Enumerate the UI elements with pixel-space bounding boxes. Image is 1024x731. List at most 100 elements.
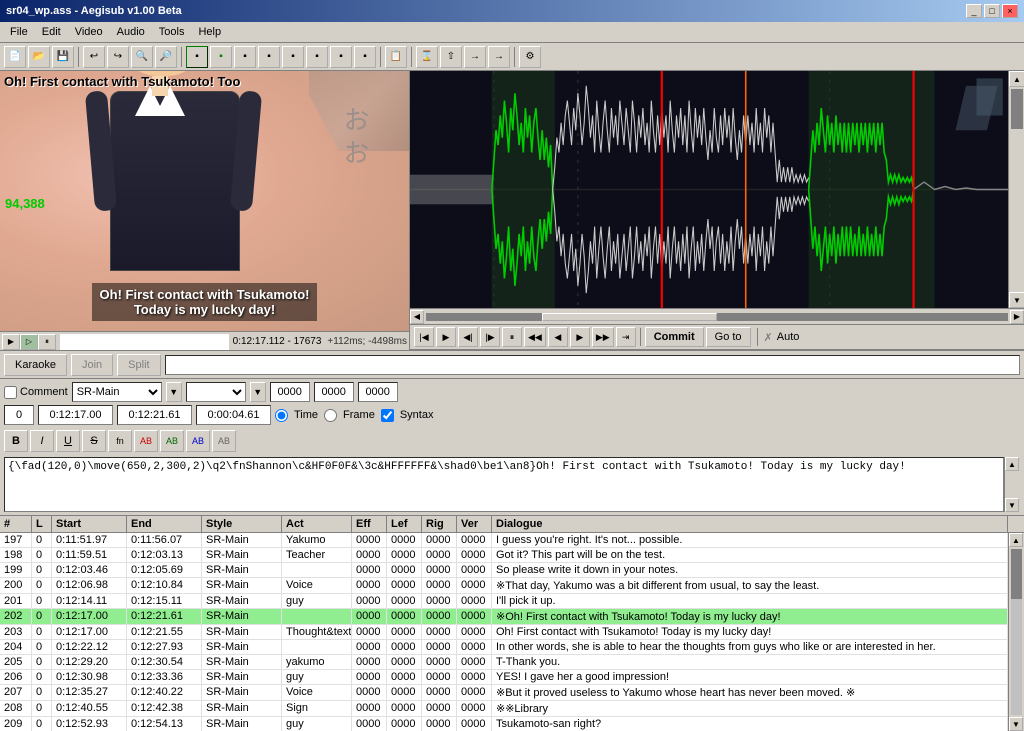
table-row[interactable]: 20800:12:40.550:12:42.38SR-MainSign00000… (0, 701, 1008, 717)
toolbar-zoomin[interactable]: 🔎 (155, 46, 177, 68)
toolbar-b4[interactable]: ▪ (258, 46, 280, 68)
list-scroll-down[interactable]: ▼ (1009, 717, 1023, 731)
style-dropdown-btn[interactable]: ▼ (166, 382, 182, 402)
video-loop-button[interactable]: ▷ (20, 334, 38, 350)
hscroll-thumb[interactable] (542, 313, 717, 321)
video-seek-bar[interactable] (60, 334, 229, 350)
toolbar-redo[interactable]: ↪ (107, 46, 129, 68)
video-play-button[interactable]: ▶ (2, 334, 20, 350)
transport-step-fwd[interactable]: |▶ (480, 327, 500, 347)
actor-select[interactable] (186, 382, 246, 402)
bold-button[interactable]: B (4, 430, 28, 452)
hscroll-right-btn[interactable]: ▶ (1010, 310, 1024, 324)
table-row[interactable]: 20100:12:14.110:12:15.11SR-Mainguy000000… (0, 594, 1008, 609)
transport-next-frame[interactable]: ▶ (570, 327, 590, 347)
list-scrollbar[interactable]: ▲ ▼ (1008, 533, 1024, 731)
maximize-button[interactable]: □ (984, 4, 1000, 18)
underline-button[interactable]: U (56, 430, 80, 452)
layer-field[interactable] (4, 405, 34, 425)
toolbar-undo[interactable]: ↩ (83, 46, 105, 68)
end-time-field[interactable] (117, 405, 192, 425)
text-area-scrollbar[interactable]: ▲ ▼ (1004, 457, 1020, 512)
table-row[interactable]: 19800:11:59.510:12:03.13SR-MainTeacher00… (0, 548, 1008, 563)
toolbar-b6[interactable]: ▪ (306, 46, 328, 68)
transport-to-start[interactable]: |◀ (414, 327, 434, 347)
num-field-1[interactable] (270, 382, 310, 402)
font-button[interactable]: fn (108, 430, 132, 452)
transport-prev-frame[interactable]: ◀ (548, 327, 568, 347)
list-scroll-track[interactable] (1011, 549, 1022, 715)
num-field-3[interactable] (358, 382, 398, 402)
strikethrough-button[interactable]: S (82, 430, 106, 452)
transport-step-back[interactable]: ◀| (458, 327, 478, 347)
table-row[interactable]: 20500:12:29.200:12:30.54SR-Mainyakumo000… (0, 655, 1008, 670)
frame-radio[interactable] (324, 409, 337, 422)
toolbar-shift[interactable]: ⇧ (440, 46, 462, 68)
close-button[interactable]: × (1002, 4, 1018, 18)
transport-next-sub[interactable]: ▶▶ (592, 327, 614, 347)
hscroll-left-btn[interactable]: ◀ (410, 310, 424, 324)
actor-dropdown-btn[interactable]: ▼ (250, 382, 266, 402)
syntax-checkbox[interactable] (381, 409, 394, 422)
toolbar-f2[interactable]: → (488, 46, 510, 68)
waveform-scroll-up[interactable]: ▲ (1009, 71, 1024, 87)
karaoke-button[interactable]: Karaoke (4, 354, 67, 376)
toolbar-b2[interactable]: ▪ (210, 46, 232, 68)
toolbar-save[interactable]: 💾 (52, 46, 74, 68)
text-scroll-track[interactable] (1005, 471, 1020, 498)
table-row[interactable]: 20200:12:17.000:12:21.61SR-Main000000000… (0, 609, 1008, 625)
title-bar-controls[interactable]: _ □ × (966, 4, 1018, 18)
menu-edit[interactable]: Edit (36, 24, 67, 40)
menu-help[interactable]: Help (192, 24, 227, 40)
color4-button[interactable]: AB (212, 430, 236, 452)
table-row[interactable]: 20900:12:52.930:12:54.13SR-Mainguy000000… (0, 717, 1008, 731)
subtitle-text-area[interactable] (4, 457, 1004, 512)
list-body[interactable]: 19700:11:51.970:11:56.07SR-MainYakumo000… (0, 533, 1008, 731)
table-row[interactable]: 20300:12:17.000:12:21.55SR-MainThought&t… (0, 625, 1008, 640)
menu-tools[interactable]: Tools (153, 24, 191, 40)
list-scroll-thumb[interactable] (1011, 549, 1022, 599)
time-radio[interactable] (275, 409, 288, 422)
table-row[interactable]: 20600:12:30.980:12:33.36SR-Mainguy000000… (0, 670, 1008, 685)
transport-snap[interactable]: ⇥ (616, 327, 636, 347)
table-row[interactable]: 20700:12:35.270:12:40.22SR-MainVoice0000… (0, 685, 1008, 701)
waveform-scroll-down[interactable]: ▼ (1009, 292, 1024, 308)
toolbar-b3[interactable]: ▪ (234, 46, 256, 68)
menu-audio[interactable]: Audio (111, 24, 151, 40)
text-scroll-down[interactable]: ▼ (1005, 498, 1019, 512)
waveform-vscroll-thumb[interactable] (1011, 89, 1023, 129)
italic-button[interactable]: I (30, 430, 54, 452)
hscroll-track[interactable] (426, 313, 1008, 321)
toolbar-new[interactable]: 📄 (4, 46, 26, 68)
num-field-2[interactable] (314, 382, 354, 402)
color2-button[interactable]: AB (160, 430, 184, 452)
goto-button[interactable]: Go to (706, 327, 751, 347)
start-time-field[interactable] (38, 405, 113, 425)
toolbar-props[interactable]: 📋 (385, 46, 407, 68)
color1-button[interactable]: AB (134, 430, 158, 452)
toolbar-timer[interactable]: ⌛ (416, 46, 438, 68)
toolbar-b7[interactable]: ▪ (330, 46, 352, 68)
toolbar-find[interactable]: 🔍 (131, 46, 153, 68)
comment-checkbox[interactable] (4, 386, 17, 399)
table-row[interactable]: 19900:12:03.460:12:05.69SR-Main000000000… (0, 563, 1008, 578)
style-select[interactable]: SR-Main (72, 382, 162, 402)
join-button[interactable]: Join (71, 354, 113, 376)
transport-pause[interactable]: ⏸ (502, 327, 522, 347)
menu-file[interactable]: File (4, 24, 34, 40)
split-button[interactable]: Split (117, 354, 160, 376)
duration-field[interactable] (196, 405, 271, 425)
commit-button[interactable]: Commit (645, 327, 704, 347)
video-pause-button[interactable]: ⏸ (38, 334, 56, 350)
color3-button[interactable]: AB (186, 430, 210, 452)
toolbar-b1[interactable]: ▪ (186, 46, 208, 68)
transport-play[interactable]: ▶ (436, 327, 456, 347)
toolbar-f1[interactable]: → (464, 46, 486, 68)
list-scroll-up[interactable]: ▲ (1009, 533, 1023, 547)
waveform-vscrollbar[interactable]: ▲ ▼ (1008, 71, 1024, 308)
karaoke-input[interactable] (165, 355, 1020, 375)
text-scroll-up[interactable]: ▲ (1005, 457, 1019, 471)
table-row[interactable]: 20000:12:06.980:12:10.84SR-MainVoice0000… (0, 578, 1008, 594)
toolbar-open[interactable]: 📂 (28, 46, 50, 68)
minimize-button[interactable]: _ (966, 4, 982, 18)
